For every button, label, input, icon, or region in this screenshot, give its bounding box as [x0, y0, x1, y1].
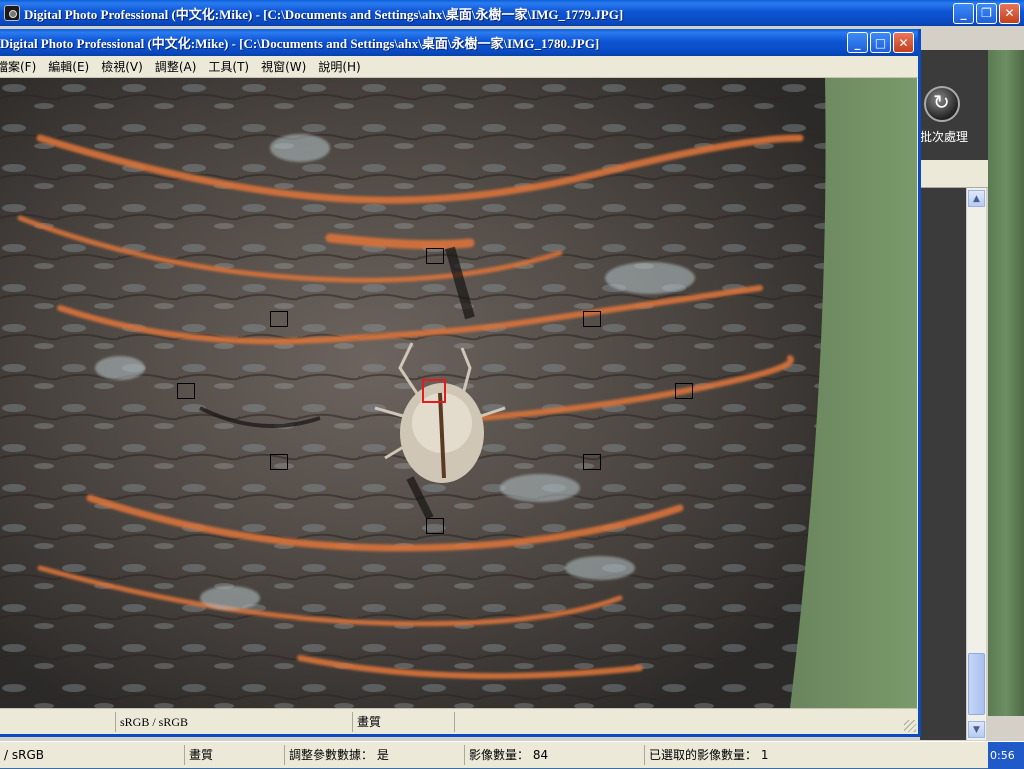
taskbar-clock: 0:56 [988, 742, 1024, 769]
menu-help[interactable]: 說明(H) [312, 57, 366, 77]
app-icon [4, 5, 20, 21]
viewer-status-empty [454, 711, 918, 732]
viewer-status-color-space: sRGB / sRGB [115, 711, 352, 732]
photo-image [0, 78, 917, 708]
minimize-icon[interactable]: _ [953, 2, 974, 24]
vertical-scrollbar[interactable]: ▲ ▼ [966, 188, 986, 740]
status-recipe: 調整參數數據： 是 [284, 745, 464, 765]
menu-view[interactable]: 檢視(V) [95, 57, 149, 77]
af-point-top[interactable] [426, 248, 444, 264]
resize-grip-icon[interactable] [904, 720, 916, 732]
batch-process-icon[interactable] [924, 86, 960, 122]
close-icon[interactable]: ✕ [893, 32, 914, 53]
scroll-down-icon[interactable]: ▼ [968, 721, 985, 738]
close-icon[interactable]: ✕ [999, 2, 1020, 24]
af-point-lower-left[interactable] [270, 454, 288, 470]
menu-file[interactable]: 檔案(F) [0, 57, 42, 77]
restore-icon[interactable]: ❐ [976, 2, 997, 24]
maximize-icon[interactable]: □ [870, 32, 891, 53]
background-photo-edge [988, 50, 1024, 716]
batch-process-label[interactable]: 批次處理 [920, 128, 988, 145]
af-point-left[interactable] [177, 383, 195, 399]
af-point-upper-right[interactable] [583, 311, 601, 327]
status-selected-count: 已選取的影像數量： 1 [644, 745, 914, 765]
viewer-window: Digital Photo Professional (中文化:Mike) - … [0, 29, 921, 737]
status-quality: 畫質 [184, 745, 284, 765]
menu-tools[interactable]: 工具(T) [202, 57, 255, 77]
batch-process-panel: 批次處理 [920, 50, 988, 160]
thumbnail-pane [920, 188, 966, 740]
af-point-right[interactable] [675, 383, 693, 399]
main-status-bar: / sRGB 畫質 調整參數數據： 是 影像數量： 84 已選取的影像數量： 1… [0, 741, 1024, 769]
menu-adjust[interactable]: 調整(A) [149, 57, 203, 77]
af-point-bottom[interactable] [426, 518, 444, 534]
viewer-status-bar: sRGB / sRGB 畫質 [0, 708, 918, 734]
viewer-titlebar[interactable]: Digital Photo Professional (中文化:Mike) - … [0, 29, 918, 56]
af-point-center-selected[interactable] [422, 379, 446, 403]
main-titlebar[interactable]: Digital Photo Professional (中文化:Mike) - … [0, 0, 1024, 26]
minimize-icon[interactable]: _ [847, 32, 868, 53]
af-point-lower-right[interactable] [583, 454, 601, 470]
menu-window[interactable]: 視窗(W) [255, 57, 312, 77]
main-window-title: Digital Photo Professional (中文化:Mike) - … [24, 6, 624, 22]
viewer-status-quality: 畫質 [352, 711, 454, 732]
menu-bar: 檔案(F) 編輯(E) 檢視(V) 調整(A) 工具(T) 視窗(W) 說明(H… [0, 56, 918, 78]
scroll-up-icon[interactable]: ▲ [968, 190, 985, 207]
viewer-status-blank [0, 712, 115, 732]
thumbnail-toolbar-strip [920, 160, 988, 188]
photo-view[interactable] [0, 78, 917, 708]
menu-edit[interactable]: 編輯(E) [42, 57, 95, 77]
status-image-count: 影像數量： 84 [464, 745, 644, 765]
status-color-space: / sRGB [4, 748, 44, 762]
scrollbar-thumb[interactable] [968, 653, 985, 715]
viewer-window-title: Digital Photo Professional (中文化:Mike) - … [0, 36, 600, 51]
af-point-upper-left[interactable] [270, 311, 288, 327]
